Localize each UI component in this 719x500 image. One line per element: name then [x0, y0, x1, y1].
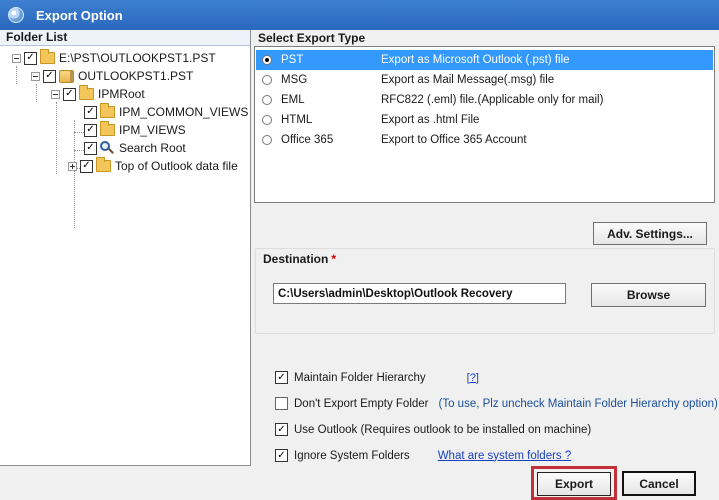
export-type-description: Export to Office 365 Account [381, 134, 527, 146]
expand-icon[interactable] [68, 161, 77, 171]
radio-button[interactable] [262, 135, 272, 145]
search-folder-icon [100, 141, 115, 155]
tree-node-label: IPM_COMMON_VIEWS [119, 105, 249, 119]
use-outlook-checkbox[interactable]: ✓ [275, 423, 288, 436]
export-type-label: HTML [281, 114, 313, 126]
collapse-icon[interactable] [31, 71, 40, 81]
tree-node-label: Search Root [119, 141, 186, 155]
radio-button[interactable] [262, 55, 272, 65]
maintain-hierarchy-checkbox[interactable]: ✓ [275, 371, 288, 384]
tree-node-label: E:\PST\OUTLOOKPST1.PST [59, 51, 216, 65]
window-title: Export Option [36, 7, 123, 23]
folder-icon [96, 157, 111, 172]
destination-label-text: Destination [263, 252, 329, 266]
export-option-html[interactable]: HTML Export as .html File [256, 110, 713, 130]
open-folder-icon [40, 49, 55, 64]
tree-line [74, 150, 84, 151]
no-empty-folder-note: (To use, Plz uncheck Maintain Folder Hie… [438, 397, 718, 410]
ignore-system-option[interactable]: ✓ Ignore System Folders What are system … [275, 449, 571, 462]
system-folders-link[interactable]: What are system folders ? [438, 450, 572, 462]
tree-checkbox[interactable]: ✓ [24, 51, 37, 65]
pst-file-icon [59, 69, 74, 83]
folder-icon [100, 121, 115, 136]
maintain-hierarchy-option[interactable]: ✓ Maintain Folder Hierarchy [?] [275, 371, 479, 384]
tree-node-label: IPMRoot [98, 87, 145, 101]
radio-button[interactable] [262, 95, 272, 105]
destination-label: Destination * [263, 252, 336, 266]
title-bar: Export Option [0, 0, 719, 30]
tree-node-ipm-common-views[interactable]: ✓ IPM_COMMON_VIEWS [84, 103, 248, 121]
destination-path-input[interactable] [273, 283, 566, 304]
no-empty-folder-checkbox[interactable]: ✓ [275, 397, 288, 410]
tree-line [74, 132, 84, 133]
export-option-office365[interactable]: Office 365 Export to Office 365 Account [256, 130, 713, 150]
tree-node-label: Top of Outlook data file [115, 159, 238, 173]
tree-checkbox[interactable]: ✓ [43, 69, 56, 83]
folder-list-title: Folder List [0, 30, 250, 46]
cancel-button[interactable]: Cancel [622, 471, 696, 496]
tree-node-ipmroot[interactable]: ✓ IPMRoot [51, 85, 145, 103]
maintain-hierarchy-label: Maintain Folder Hierarchy [294, 371, 426, 384]
export-type-description: Export as Mail Message(.msg) file [381, 74, 555, 86]
hierarchy-help-link[interactable]: [?] [467, 372, 479, 384]
browse-button[interactable]: Browse [591, 283, 706, 307]
tree-line [36, 84, 37, 102]
tree-line [56, 102, 57, 174]
use-outlook-label: Use Outlook (Requires outlook to be inst… [294, 423, 592, 436]
radio-button[interactable] [262, 75, 272, 85]
folder-icon [100, 103, 115, 118]
ignore-system-checkbox[interactable]: ✓ [275, 449, 288, 462]
export-type-label: Office 365 [281, 134, 334, 146]
export-type-list: PST Export as Microsoft Outlook (.pst) f… [254, 46, 715, 203]
tree-node-top-of-outlook[interactable]: ✓ Top of Outlook data file [68, 157, 238, 175]
tree-node-search-root[interactable]: ✓ Search Root [84, 139, 186, 157]
tree-checkbox[interactable]: ✓ [84, 123, 97, 137]
tree-line [16, 66, 17, 84]
export-option-eml[interactable]: EML RFC822 (.eml) file.(Applicable only … [256, 90, 713, 110]
collapse-icon[interactable] [51, 89, 60, 99]
export-type-label: PST [281, 54, 304, 66]
collapse-icon[interactable] [12, 53, 21, 63]
tree-node-pst-path[interactable]: ✓ E:\PST\OUTLOOKPST1.PST [12, 49, 216, 67]
folder-list-panel: Folder List ✓ E:\PST\OUTLOOKPST1.PST ✓ O… [0, 30, 251, 466]
tree-node-ipm-views[interactable]: ✓ IPM_VIEWS [84, 121, 186, 139]
export-button[interactable]: Export [537, 472, 611, 496]
required-mark: * [331, 252, 337, 266]
export-option-msg[interactable]: MSG Export as Mail Message(.msg) file [256, 70, 713, 90]
tree-node-label: OUTLOOKPST1.PST [78, 69, 194, 83]
app-logo-icon [8, 7, 24, 23]
export-type-title: Select Export Type [258, 31, 366, 45]
tree-node-pst-file[interactable]: ✓ OUTLOOKPST1.PST [31, 67, 193, 85]
export-option-pst[interactable]: PST Export as Microsoft Outlook (.pst) f… [256, 50, 713, 70]
export-type-description: RFC822 (.eml) file.(Applicable only for … [381, 94, 604, 106]
no-empty-folder-option[interactable]: ✓ Don't Export Empty Folder (To use, Plz… [275, 397, 718, 410]
export-type-description: Export as .html File [381, 114, 480, 126]
adv-settings-button[interactable]: Adv. Settings... [593, 222, 707, 245]
tree-node-label: IPM_VIEWS [119, 123, 186, 137]
radio-button[interactable] [262, 115, 272, 125]
tree-checkbox[interactable]: ✓ [63, 87, 76, 101]
export-type-label: EML [281, 94, 305, 106]
ignore-system-label: Ignore System Folders [294, 449, 410, 462]
tree-checkbox[interactable]: ✓ [80, 159, 93, 173]
no-empty-folder-label: Don't Export Empty Folder [294, 397, 429, 410]
folder-tree[interactable]: ✓ E:\PST\OUTLOOKPST1.PST ✓ OUTLOOKPST1.P… [4, 48, 250, 465]
export-type-label: MSG [281, 74, 308, 86]
export-type-description: Export as Microsoft Outlook (.pst) file [381, 54, 570, 66]
use-outlook-option[interactable]: ✓ Use Outlook (Requires outlook to be in… [275, 423, 591, 436]
tree-checkbox[interactable]: ✓ [84, 141, 97, 155]
folder-icon [79, 85, 94, 100]
tree-checkbox[interactable]: ✓ [84, 105, 97, 119]
